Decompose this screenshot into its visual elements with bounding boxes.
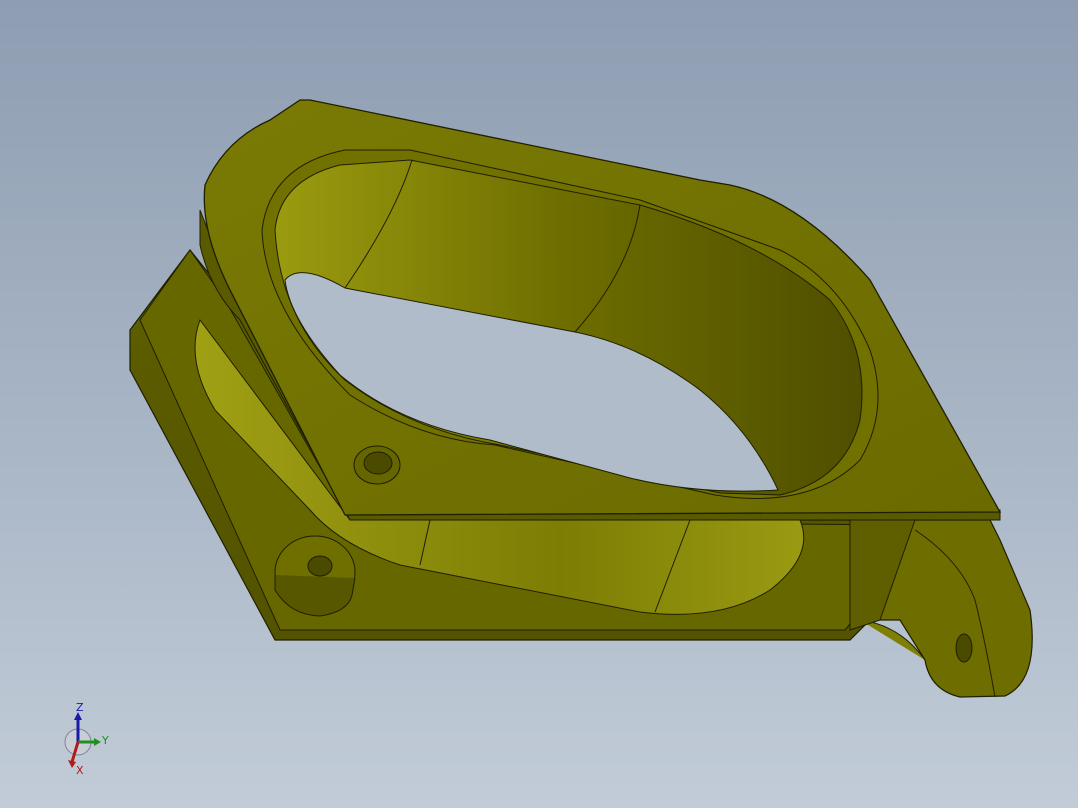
axis-triad: Z Y X — [64, 701, 109, 777]
y-axis-label: Y — [101, 734, 109, 747]
lower-bolt-hole — [307, 555, 333, 577]
graphics-viewport[interactable]: Z Y X — [0, 0, 1078, 808]
clip-tab-hole — [955, 633, 973, 663]
x-axis-label: X — [76, 764, 84, 777]
3d-part-model[interactable] — [0, 0, 1078, 808]
z-axis-label: Z — [76, 701, 84, 714]
